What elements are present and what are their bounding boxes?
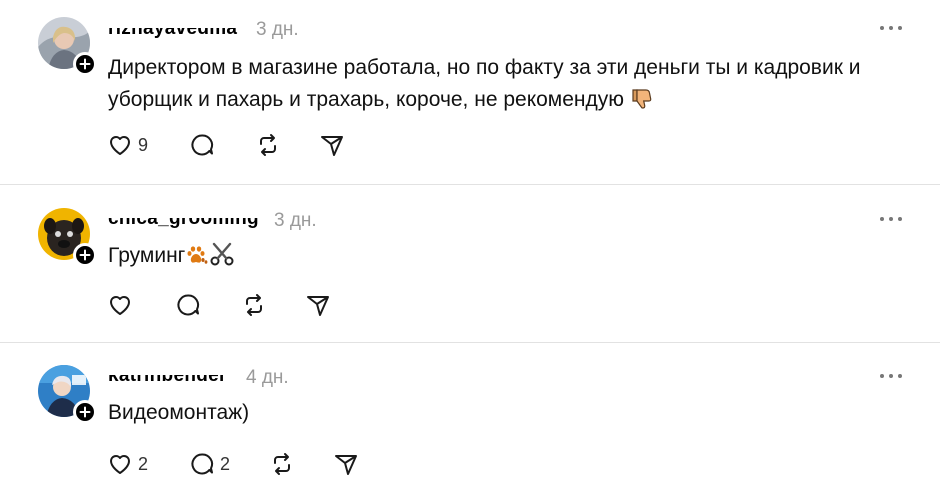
avatar[interactable] (38, 17, 97, 76)
reply-button[interactable] (188, 130, 216, 160)
send-icon (335, 455, 357, 475)
repost-icon (246, 294, 262, 316)
username-redaction (108, 208, 259, 218)
avatar[interactable] (38, 365, 97, 424)
scissors-icon (210, 242, 234, 266)
more-options-button[interactable] (880, 23, 902, 33)
repost-icon (274, 453, 290, 475)
dot-icon (898, 26, 902, 30)
dot-icon (880, 374, 884, 378)
timestamp: 3 дн. (274, 210, 317, 231)
dot-icon (898, 217, 902, 221)
like-button[interactable]: 9 (106, 130, 148, 160)
username[interactable]: katrinbender (108, 365, 227, 387)
plus-icon (79, 58, 91, 70)
follow-button[interactable] (73, 52, 97, 76)
heart-icon (110, 136, 130, 155)
comment-icon (177, 294, 200, 316)
post: katrinbender 4 дн. Видеомонтаж) 2 2 (0, 342, 940, 492)
dot-icon (889, 217, 893, 221)
heart-icon (110, 296, 130, 315)
repost-button[interactable] (268, 449, 296, 479)
share-button[interactable] (318, 130, 346, 160)
username-redaction (108, 18, 238, 28)
post: chica_grooming 3 дн. Груминг (0, 184, 940, 342)
dot-icon (880, 217, 884, 221)
thread-feed: rizhayavedma 3 дн. Директором в магазине… (0, 0, 940, 492)
repost-button[interactable] (254, 130, 282, 160)
dot-icon (898, 374, 902, 378)
share-button[interactable] (332, 449, 360, 479)
post-text: Груминг (108, 240, 908, 272)
username[interactable]: rizhayavedma (108, 18, 238, 40)
avatar[interactable] (38, 208, 97, 267)
plus-icon (79, 406, 91, 418)
dot-icon (889, 374, 893, 378)
send-icon (321, 136, 343, 156)
like-count: 9 (138, 134, 149, 155)
reply-button[interactable] (174, 290, 202, 320)
thumbs-down-icon (632, 89, 652, 109)
reply-button[interactable]: 2 (188, 449, 230, 479)
dot-icon (889, 26, 893, 30)
timestamp: 4 дн. (246, 367, 289, 388)
like-button[interactable]: 2 (106, 449, 148, 479)
share-button[interactable] (304, 290, 332, 320)
timestamp: 3 дн. (256, 19, 299, 40)
username-redaction (108, 365, 227, 375)
post: rizhayavedma 3 дн. Директором в магазине… (0, 0, 940, 184)
like-button[interactable] (106, 290, 138, 320)
plus-icon (79, 249, 91, 261)
dot-icon (880, 26, 884, 30)
reply-count: 2 (220, 453, 231, 474)
heart-icon (110, 455, 130, 474)
more-options-button[interactable] (880, 371, 902, 381)
comment-icon (191, 453, 214, 475)
repost-icon (260, 134, 276, 156)
post-text: Директором в магазине работала, но по фа… (108, 56, 861, 111)
like-count: 2 (138, 453, 149, 474)
follow-button[interactable] (73, 243, 97, 267)
more-options-button[interactable] (880, 214, 902, 224)
comment-icon (191, 134, 214, 156)
username[interactable]: chica_grooming (108, 208, 259, 230)
follow-button[interactable] (73, 400, 97, 424)
send-icon (307, 296, 329, 316)
repost-button[interactable] (240, 290, 268, 320)
post-text: Видеомонтаж) (108, 401, 250, 424)
paw-icon (187, 246, 208, 264)
